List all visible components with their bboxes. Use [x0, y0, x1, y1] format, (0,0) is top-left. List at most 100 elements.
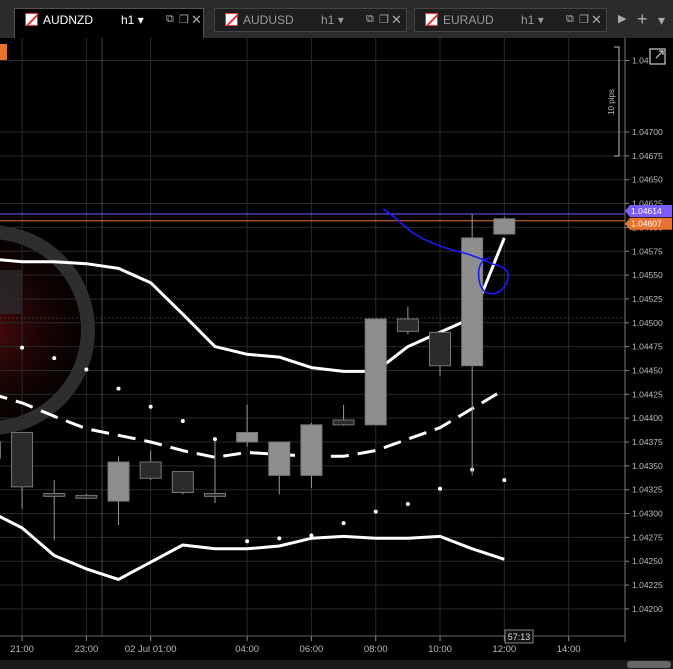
candle-body [75, 494, 98, 499]
popout-icon[interactable]: ⧉ [166, 13, 174, 26]
popout-icon[interactable]: ⧉ [366, 13, 374, 26]
popout-icon[interactable]: ⧉ [566, 13, 574, 26]
timeframe-selector[interactable]: h1 ▾ [521, 13, 544, 27]
price-label: 1.04450 [632, 365, 663, 375]
close-icon[interactable]: ✕ [191, 12, 202, 28]
symbol-flag-icon [425, 13, 438, 26]
candle-body [203, 493, 226, 497]
candle [43, 480, 66, 541]
close-icon[interactable]: ✕ [591, 12, 602, 28]
candle [107, 456, 130, 525]
expand-icon[interactable] [649, 48, 666, 65]
time-label: 14:00 [557, 644, 581, 655]
candle [300, 422, 323, 488]
scroll-right-icon[interactable]: ▶ [618, 12, 626, 25]
price-label: 1.04550 [632, 270, 663, 280]
time-label: 12:00 [492, 644, 516, 655]
price-label: 1.04500 [632, 318, 663, 328]
price-chart[interactable]: 1.047751.047001.046751.046501.046251.046… [0, 38, 673, 660]
price-label: 1.04575 [632, 246, 663, 256]
tab-symbol: AUDNZD [43, 13, 93, 27]
tab-bar: AUDNZD h1 ▾ ⧉ ❐ ✕ AUDUSD h1 ▾ ⧉ ❐ ✕ EURA… [0, 0, 673, 38]
symbol-flag-icon [225, 13, 238, 26]
candle-body [11, 431, 34, 488]
price-label: 1.04275 [632, 532, 663, 542]
chevron-down-icon: ▾ [137, 13, 144, 27]
time-label: 06:00 [300, 644, 324, 655]
candle-body [268, 441, 291, 476]
detach-icon[interactable]: ❐ [379, 13, 389, 26]
candle-body [429, 331, 452, 367]
price-label: 1.04375 [632, 437, 663, 447]
candle-body [236, 431, 259, 443]
bid-marker-label: 1.04614 [631, 206, 662, 216]
candle [139, 450, 162, 481]
candle [75, 493, 98, 500]
candle [396, 306, 419, 335]
sar-dot [116, 386, 121, 391]
price-label: 1.04300 [632, 509, 663, 519]
tab-euraud[interactable]: EURAUD h1 ▾ ⧉ ❐ ✕ [414, 8, 607, 32]
scrollbar-thumb[interactable] [627, 661, 671, 668]
tab-audusd[interactable]: AUDUSD h1 ▾ ⧉ ❐ ✕ [214, 8, 407, 32]
price-label: 1.04700 [632, 127, 663, 137]
svg-text:57:13: 57:13 [508, 632, 531, 642]
candle-body [396, 318, 419, 332]
sar-dot [20, 345, 25, 350]
countdown-badge: 57:13 [504, 629, 534, 644]
candle [268, 441, 291, 495]
close-icon[interactable]: ✕ [391, 12, 402, 28]
candle-body [107, 461, 130, 502]
price-axis: 1.047751.047001.046751.046501.046251.046… [624, 38, 672, 642]
price-label: 1.04475 [632, 342, 663, 352]
candle [429, 331, 452, 377]
time-label: 23:00 [74, 644, 98, 655]
tab-symbol: AUDUSD [243, 13, 294, 27]
pips-ruler: 10 pips [607, 46, 620, 157]
left-edge-marker [0, 44, 7, 60]
chevron-down-icon: ▾ [337, 13, 344, 27]
candle [236, 404, 259, 447]
price-label: 1.04200 [632, 604, 663, 614]
tab-audnzd[interactable]: AUDNZD h1 ▾ ⧉ ❐ ✕ [14, 8, 204, 38]
sar-dot [502, 478, 507, 483]
price-label: 1.04650 [632, 175, 663, 185]
time-label: 04:00 [235, 644, 259, 655]
time-label: 21:00 [10, 644, 34, 655]
candle [493, 216, 516, 235]
candle-body [171, 471, 194, 494]
chevron-down-icon[interactable]: ▾ [658, 12, 665, 29]
chevron-down-icon: ▾ [537, 13, 544, 27]
sar-dot [245, 539, 250, 544]
timeframe-selector[interactable]: h1 ▾ [121, 13, 144, 27]
sar-dot [438, 486, 443, 491]
candle-body [300, 424, 323, 476]
sar-dot [341, 521, 346, 526]
time-label: 02 Jul 01:00 [125, 644, 177, 655]
detach-icon[interactable]: ❐ [579, 13, 589, 26]
time-label: 10:00 [428, 644, 452, 655]
sar-dot [52, 356, 57, 361]
tab-symbol: EURAUD [443, 13, 494, 27]
horizontal-scrollbar[interactable] [0, 660, 673, 669]
timeframe-selector[interactable]: h1 ▾ [321, 13, 344, 27]
candle [171, 471, 194, 495]
price-label: 1.04425 [632, 389, 663, 399]
ask-marker-label: 1.04607 [631, 219, 662, 229]
price-label: 1.04250 [632, 556, 663, 566]
sar-dot [84, 367, 89, 372]
candle-body [461, 237, 484, 367]
pips-label: 10 pips [607, 89, 616, 115]
candle-body [364, 318, 387, 426]
sar-dot [148, 404, 153, 409]
detach-icon[interactable]: ❐ [179, 13, 189, 26]
price-label: 1.04675 [632, 151, 663, 161]
sar-dot [405, 502, 410, 507]
sar-dot [309, 533, 314, 538]
plus-icon[interactable]: + [637, 9, 648, 30]
price-label: 1.04325 [632, 485, 663, 495]
candle-body [332, 419, 355, 426]
symbol-flag-icon [25, 13, 38, 26]
sar-dot [212, 437, 217, 442]
time-label: 08:00 [364, 644, 388, 655]
